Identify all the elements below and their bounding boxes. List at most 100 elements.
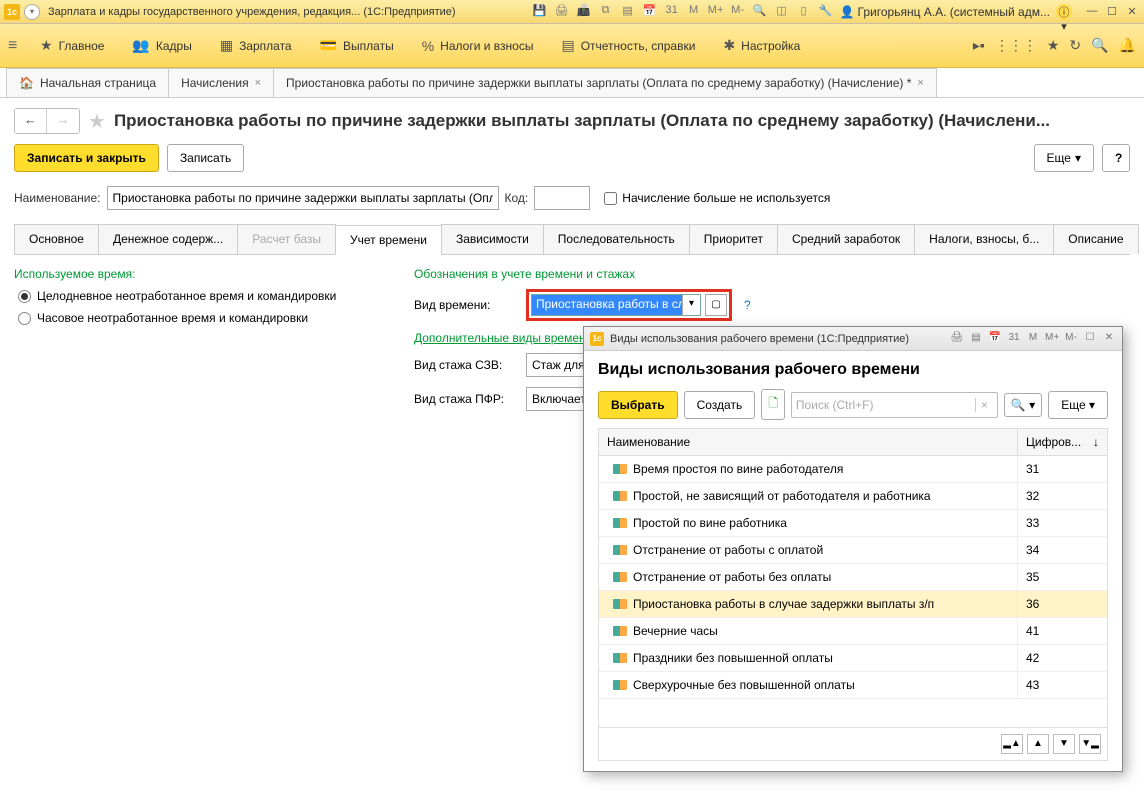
subtab-prioritet[interactable]: Приоритет (689, 224, 778, 254)
pfr-label: Вид стажа ПФР: (414, 392, 518, 406)
nav-back[interactable]: ← (15, 109, 47, 133)
print-preview-icon[interactable]: 🖨 (554, 4, 570, 20)
calendar-icon[interactable]: 📅 (642, 4, 658, 20)
mplus-icon[interactable]: M+ (708, 4, 724, 20)
zoom-icon[interactable]: 🔍 (752, 4, 768, 20)
menu-zarplata[interactable]: ▦Зарплата (208, 31, 304, 60)
nav-forward[interactable]: → (47, 109, 79, 133)
calc-icon[interactable]: ▤ (620, 4, 636, 20)
subtab-denezhnoe[interactable]: Денежное содерж... (98, 224, 238, 254)
calendar2-icon[interactable]: 31 (1007, 332, 1021, 346)
menu-bell-icon[interactable]: 🔔 (1119, 37, 1136, 54)
radio-hourly[interactable]: Часовое неотработанное время и командиро… (18, 311, 384, 325)
close-icon[interactable]: ✕ (1102, 332, 1116, 346)
subtab-zavisimosti[interactable]: Зависимости (441, 224, 544, 254)
menu-otchet[interactable]: ▤Отчетность, справки (549, 31, 707, 60)
app-icon: 1c (590, 332, 604, 346)
more-button[interactable]: Еще▾ (1034, 144, 1094, 172)
subtab-nalogi[interactable]: Налоги, взносы, б... (914, 224, 1054, 254)
print-icon[interactable]: 🖨 (950, 332, 964, 346)
table-row[interactable]: Отстранение от работы с оплатой34 (599, 537, 1107, 564)
minimize-button[interactable]: — (1084, 5, 1100, 19)
print-icon[interactable]: 📠 (576, 4, 592, 20)
not-used-checkbox[interactable] (604, 192, 617, 205)
tab-accruals[interactable]: Начисления× (168, 68, 274, 97)
table-row[interactable]: Праздники без повышенной оплаты42 (599, 645, 1107, 672)
app-menu-dropdown[interactable]: ▾ (24, 4, 40, 20)
wrench-icon[interactable]: 🔧 (818, 4, 834, 20)
save-close-button[interactable]: Записать и закрыть (14, 144, 159, 172)
more-button[interactable]: Еще ▾ (1048, 391, 1108, 419)
clear-icon[interactable]: × (975, 398, 993, 412)
close-button[interactable]: ✕ (1124, 5, 1140, 19)
info-icon[interactable]: ⓘ ▾ (1056, 4, 1072, 20)
select-button[interactable]: Выбрать (598, 391, 678, 419)
m-icon[interactable]: M (686, 4, 702, 20)
dropdown-icon[interactable]: ▾ (682, 295, 700, 315)
name-input[interactable] (107, 186, 499, 210)
mminus-icon[interactable]: M- (1064, 332, 1078, 346)
open-icon[interactable]: ▢ (705, 294, 727, 316)
close-icon[interactable]: × (255, 77, 261, 89)
current-user[interactable]: 👤Григорьянц А.А. (системный адм... (840, 5, 1050, 19)
subtab-raschet[interactable]: Расчет базы (237, 224, 336, 254)
col-code[interactable]: Цифров...↓ (1017, 429, 1107, 455)
radio-full-day[interactable]: Целодневное неотработанное время и коман… (18, 289, 384, 303)
compare-icon[interactable]: ⧉ (598, 4, 614, 20)
save-button[interactable]: Записать (167, 144, 244, 172)
table-row[interactable]: Простой, не зависящий от работодателя и … (599, 483, 1107, 510)
menu-nalogi[interactable]: %Налоги и взносы (410, 31, 546, 60)
menu-kadry[interactable]: 👥Кадры (120, 31, 203, 60)
help-button[interactable]: ? (1102, 144, 1130, 172)
menu-settings[interactable]: ✱Настройка (711, 31, 812, 60)
menu-history-icon[interactable]: ↻ (1069, 37, 1081, 54)
nav-last[interactable]: ▼▂ (1079, 734, 1101, 754)
menu-hamburger-icon[interactable]: ≡ (8, 37, 28, 55)
nav-first[interactable]: ▂▲ (1001, 734, 1023, 754)
title-bar: 1c ▾ Зарплата и кадры государственного у… (0, 0, 1144, 24)
menu-apps-icon[interactable]: ⋮⋮⋮ (995, 37, 1037, 54)
menu-search-icon[interactable]: 🔍 (1091, 37, 1108, 54)
time-types-dialog: 1c Виды использования рабочего времени (… (583, 326, 1123, 772)
subtab-posled[interactable]: Последовательность (543, 224, 690, 254)
calendar-icon[interactable]: 📅 (988, 332, 1002, 346)
subtab-osnovnoe[interactable]: Основное (14, 224, 99, 254)
table-row[interactable]: Приостановка работы в случае задержки вы… (599, 591, 1107, 618)
subtab-uchet[interactable]: Учет времени (335, 225, 442, 255)
maximize-button[interactable]: ☐ (1104, 5, 1120, 19)
menu-play-icon[interactable]: ▸▪ (973, 37, 985, 54)
mminus-icon[interactable]: M- (730, 4, 746, 20)
layout-icon[interactable]: ◫ (774, 4, 790, 20)
subtab-sredniy[interactable]: Средний заработок (777, 224, 915, 254)
favorite-star-icon[interactable]: ★ (88, 109, 106, 134)
panel-icon[interactable]: ▯ (796, 4, 812, 20)
table-row[interactable]: Отстранение от работы без оплаты35 (599, 564, 1107, 591)
mplus-icon[interactable]: M+ (1045, 332, 1059, 346)
menu-star-icon[interactable]: ★ (1047, 37, 1060, 54)
tab-home[interactable]: 🏠Начальная страница (6, 68, 169, 97)
menu-main[interactable]: ★Главное (28, 31, 116, 60)
refresh-button[interactable]: 🗋 (761, 389, 785, 420)
code-input[interactable] (534, 186, 590, 210)
calc-icon[interactable]: ▤ (969, 332, 983, 346)
subtab-opisanie[interactable]: Описание (1053, 224, 1138, 254)
close-icon[interactable]: × (917, 77, 923, 89)
menu-vyplaty[interactable]: 💳Выплаты (308, 31, 406, 60)
nav-down[interactable]: ▼ (1053, 734, 1075, 754)
search-button[interactable]: 🔍 ▾ (1004, 393, 1042, 417)
col-name[interactable]: Наименование (599, 429, 1017, 455)
field-help-icon[interactable]: ? (744, 298, 751, 312)
search-input[interactable]: Поиск (Ctrl+F) × (791, 392, 998, 418)
tab-current[interactable]: Приостановка работы по причине задержки … (273, 68, 937, 97)
table-row[interactable]: Простой по вине работника33 (599, 510, 1107, 537)
nav-up[interactable]: ▲ (1027, 734, 1049, 754)
table-row[interactable]: Время простоя по вине работодателя31 (599, 456, 1107, 483)
table-row[interactable]: Вечерние часы41 (599, 618, 1107, 645)
save-icon[interactable]: 💾 (532, 4, 548, 20)
table-row[interactable]: Сверхурочные без повышенной оплаты43 (599, 672, 1107, 699)
maximize-icon[interactable]: ☐ (1083, 332, 1097, 346)
vid-vremeni-combo[interactable]: Приостановка работы в сл ▾ (531, 294, 701, 316)
calendar2-icon[interactable]: 31 (664, 4, 680, 20)
create-button[interactable]: Создать (684, 391, 756, 419)
m-icon[interactable]: M (1026, 332, 1040, 346)
